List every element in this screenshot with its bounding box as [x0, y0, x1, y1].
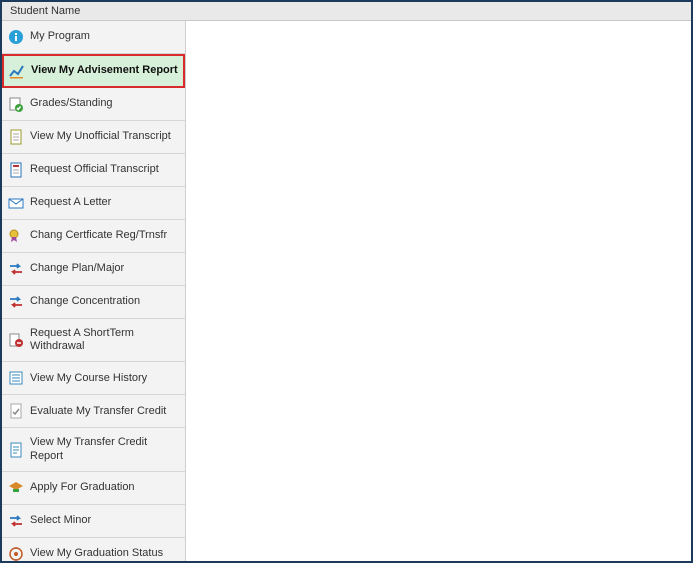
sidebar-item-select-minor[interactable]: Select Minor: [2, 505, 185, 538]
history-icon: [8, 370, 24, 386]
sidebar-item-label: View My Advisement Report: [31, 64, 178, 77]
letter-icon: [8, 195, 24, 211]
sidebar-item-withdrawal[interactable]: Request A ShortTerm Withdrawal: [2, 319, 185, 362]
sidebar-item-label: Chang Certficate Reg/Trnsfr: [30, 229, 167, 242]
sidebar-item-label: Apply For Graduation: [30, 481, 135, 494]
sidebar-item-certificate[interactable]: Chang Certficate Reg/Trnsfr: [2, 220, 185, 253]
info-icon: [8, 29, 24, 45]
sidebar-item-my-program[interactable]: My Program: [2, 21, 185, 54]
sidebar-item-apply-graduation[interactable]: Apply For Graduation: [2, 472, 185, 505]
app-window: Student Name My Program View My Adviseme…: [0, 0, 693, 563]
document-icon: [8, 129, 24, 145]
sidebar-item-label: Grades/Standing: [30, 97, 113, 110]
main-content: [186, 21, 691, 561]
swap-icon: [8, 294, 24, 310]
sidebar-item-course-history[interactable]: View My Course History: [2, 362, 185, 395]
sidebar-item-official-transcript[interactable]: Request Official Transcript: [2, 154, 185, 187]
sidebar-item-label: Change Plan/Major: [30, 262, 124, 275]
sidebar-item-grades-standing[interactable]: Grades/Standing: [2, 88, 185, 121]
swap-icon: [8, 261, 24, 277]
sidebar-item-change-concentration[interactable]: Change Concentration: [2, 286, 185, 319]
sidebar: My Program View My Advisement Report Gra…: [2, 21, 186, 561]
swap-icon: [8, 513, 24, 529]
sidebar-item-label: Evaluate My Transfer Credit: [30, 405, 166, 418]
certificate-icon: [8, 228, 24, 244]
sidebar-item-label: My Program: [30, 30, 90, 43]
sidebar-item-label: View My Unofficial Transcript: [30, 130, 171, 143]
sidebar-item-label: Change Concentration: [30, 295, 140, 308]
sidebar-item-label: View My Graduation Status: [30, 547, 163, 560]
graduation-icon: [8, 480, 24, 496]
sidebar-item-label: Request A Letter: [30, 196, 111, 209]
sidebar-item-unofficial-transcript[interactable]: View My Unofficial Transcript: [2, 121, 185, 154]
header-bar: Student Name: [2, 2, 691, 21]
status-icon: [8, 546, 24, 561]
header-title: Student Name: [10, 5, 80, 17]
sidebar-item-label: Request A ShortTerm Withdrawal: [30, 327, 179, 353]
chart-line-icon: [9, 63, 25, 79]
grades-icon: [8, 96, 24, 112]
sidebar-item-label: Request Official Transcript: [30, 163, 159, 176]
sidebar-item-graduation-status[interactable]: View My Graduation Status: [2, 538, 185, 561]
sidebar-item-transfer-report[interactable]: View My Transfer Credit Report: [2, 428, 185, 471]
evaluate-icon: [8, 403, 24, 419]
sidebar-item-change-plan[interactable]: Change Plan/Major: [2, 253, 185, 286]
sidebar-item-label: Select Minor: [30, 514, 91, 527]
document-request-icon: [8, 162, 24, 178]
report-icon: [8, 442, 24, 458]
withdrawal-icon: [8, 332, 24, 348]
sidebar-item-advisement-report[interactable]: View My Advisement Report: [2, 54, 185, 88]
app-body: My Program View My Advisement Report Gra…: [2, 21, 691, 561]
sidebar-item-request-letter[interactable]: Request A Letter: [2, 187, 185, 220]
sidebar-item-label: View My Transfer Credit Report: [30, 436, 179, 462]
sidebar-item-label: View My Course History: [30, 372, 147, 385]
sidebar-item-evaluate-transfer[interactable]: Evaluate My Transfer Credit: [2, 395, 185, 428]
